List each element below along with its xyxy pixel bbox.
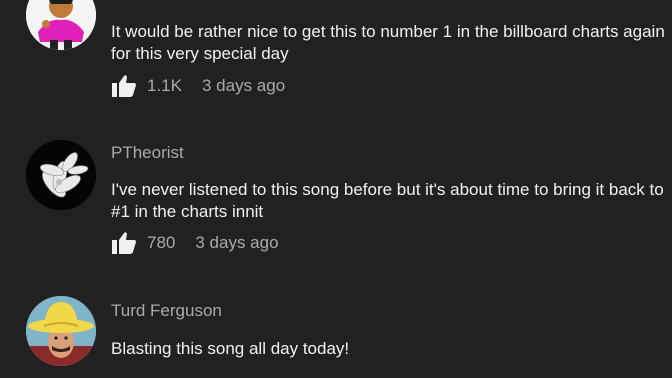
avatar-image [26, 296, 96, 366]
comment-text: I've never listened to this song before … [111, 180, 664, 221]
avatar-image [26, 0, 96, 50]
comment-author[interactable]: Turd Ferguson [111, 301, 222, 321]
avatar[interactable] [26, 296, 96, 366]
comment-item: Turd Ferguson Blasting this song all day… [0, 288, 672, 378]
thumbs-up-icon[interactable] [111, 74, 137, 98]
comment-actions: 1.1K 3 days ago [111, 73, 285, 99]
comment-timestamp: 3 days ago [201, 76, 286, 95]
comment-actions: 780 3 days ago [111, 230, 279, 256]
comment-text: Blasting this song all day today! [111, 339, 350, 358]
avatar[interactable] [26, 0, 96, 50]
comment-item: It would be rather nice to get this to n… [0, 0, 672, 120]
thumbs-up-icon[interactable] [111, 231, 137, 255]
avatar[interactable] [26, 140, 96, 210]
comment-timestamp: 3 days ago [195, 233, 279, 252]
like-count: 1.1K [147, 76, 182, 95]
comment-text: It would be rather nice to get this to n… [111, 22, 665, 63]
avatar-image [26, 140, 96, 210]
comment-item: PTheorist I've never listened to this so… [0, 130, 672, 260]
like-count: 780 [147, 233, 176, 252]
comment-author[interactable]: PTheorist [111, 143, 184, 163]
